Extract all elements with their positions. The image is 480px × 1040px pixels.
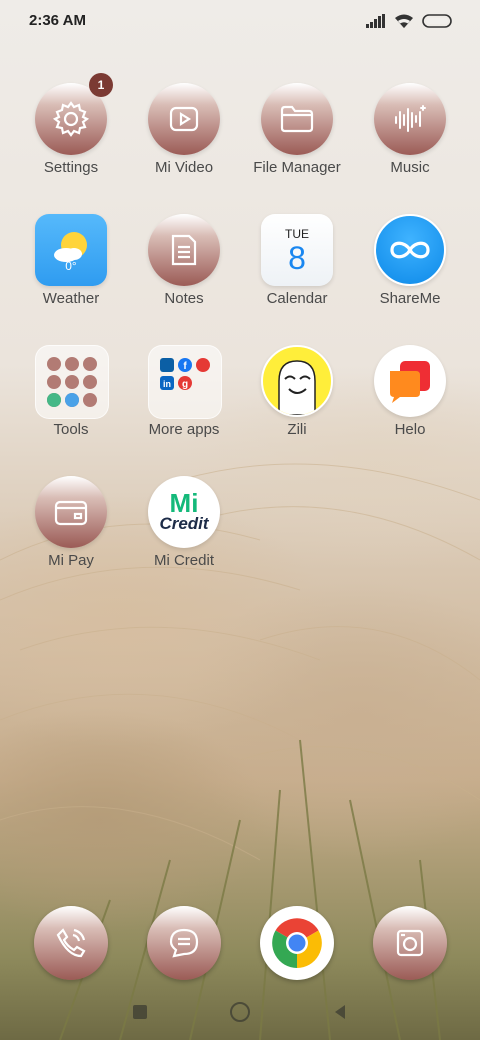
app-calendar[interactable]: TUE 8 Calendar [241,214,353,324]
app-label: Weather [42,290,100,307]
folder-more-apps-icon: f in g [148,345,222,419]
app-label: More apps [148,421,220,438]
app-mi-pay[interactable]: Mi Pay [15,476,127,586]
weather-temp: 0° [65,259,77,273]
folder-tools[interactable]: Tools [15,345,127,455]
app-label: Helo [394,421,426,438]
app-mi-video[interactable]: Mi Video [128,83,240,193]
dock-messages[interactable] [147,906,221,980]
app-music[interactable]: Music [354,83,466,193]
app-label: Mi Credit [153,552,214,569]
dock-camera[interactable] [373,906,447,980]
zili-face-icon [261,345,333,417]
battery-icon [422,14,452,28]
app-label: Tools [53,421,89,438]
recents-button[interactable] [133,1005,147,1019]
status-bar: 2:36 AM [0,0,480,44]
folder-tools-icon [35,345,109,419]
mi-credit-logo-icon: Mi Credit [148,476,220,548]
back-button[interactable] [333,1004,347,1020]
play-icon [148,83,220,155]
app-file-manager[interactable]: File Manager [241,83,353,193]
app-label: Mi Video [154,159,214,176]
folder-more-apps[interactable]: f in g More apps [128,345,240,455]
app-label: Zili [287,421,307,438]
dock-phone[interactable] [34,906,108,980]
wallet-icon [35,476,107,548]
app-label: Mi Pay [48,552,94,569]
app-notes[interactable]: Notes [128,214,240,324]
calendar-icon: TUE 8 [261,214,333,286]
infinity-icon [374,214,446,286]
calendar-day: 8 [288,240,306,276]
phone-icon [56,928,86,958]
home-button[interactable] [230,1002,250,1022]
notification-badge: 1 [89,73,113,97]
weather-icon: 0° [35,214,107,286]
camera-icon [396,929,424,957]
folder-icon [261,83,333,155]
dock-chrome[interactable] [260,906,334,980]
app-label: File Manager [253,159,341,176]
app-label: Notes [164,290,204,307]
signal-icon [366,14,385,28]
chrome-icon [272,918,322,968]
app-label: ShareMe [379,290,441,307]
wifi-icon [395,14,413,28]
status-time: 2:36 AM [29,12,86,29]
svg-text:in: in [163,379,171,389]
navigation-bar [0,1000,480,1040]
app-label: Calendar [266,290,328,307]
mi-credit-logo-bottom: Credit [159,514,209,533]
svg-text:g: g [182,379,188,390]
app-weather[interactable]: 0° Weather [15,214,127,324]
app-label: Settings [43,159,99,176]
mi-credit-logo-top: Mi [169,488,199,518]
app-label: Music [390,159,430,176]
helo-icon [374,345,446,417]
waveform-icon [374,83,446,155]
app-shareme[interactable]: ShareMe [354,214,466,324]
status-icons [366,13,452,29]
app-mi-credit[interactable]: Mi Credit Mi Credit [128,476,240,586]
app-settings[interactable]: Settings [15,83,127,193]
app-zili[interactable]: Zili [241,345,353,455]
app-helo[interactable]: Helo [354,345,466,455]
calendar-weekday: TUE [285,227,309,241]
messages-icon [169,928,199,958]
note-icon [148,214,220,286]
home-screen: 2:36 AM Settings 1 Mi Video File Manager… [0,0,480,1040]
